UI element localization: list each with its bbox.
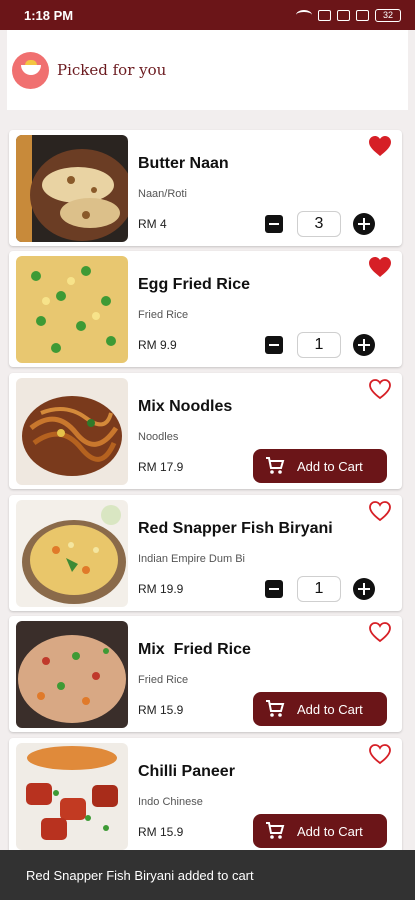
add-to-cart-button[interactable]: Add to Cart: [253, 692, 387, 726]
item-price: RM 19.9: [138, 582, 184, 596]
item-name: Butter Naan: [138, 155, 229, 172]
signal-icon: [337, 9, 350, 21]
sim-icon: [318, 9, 331, 21]
quantity-stepper: 1: [265, 332, 377, 358]
item-list[interactable]: Butter Naan Naan/Roti RM 4 3 Egg Fried R…: [0, 110, 415, 850]
minus-icon[interactable]: [265, 580, 283, 598]
plus-icon[interactable]: [353, 213, 375, 235]
item-category: Fried Rice: [138, 674, 189, 686]
list-item[interactable]: Egg Fried Rice Fried Rice RM 9.9 1: [9, 251, 402, 367]
quantity-field[interactable]: 3: [297, 211, 341, 237]
status-icons: 32: [296, 8, 401, 22]
item-price: RM 9.9: [138, 338, 177, 352]
item-category: Naan/Roti: [138, 188, 187, 200]
food-image: [16, 500, 128, 607]
add-to-cart-label: Add to Cart: [297, 701, 363, 717]
add-to-cart-button[interactable]: Add to Cart: [253, 814, 387, 848]
wifi-icon: [296, 10, 312, 20]
quantity-stepper: 1: [265, 576, 377, 602]
heart-outline-icon[interactable]: [368, 743, 392, 765]
food-image: [16, 135, 128, 242]
cart-icon: [265, 700, 285, 718]
signal-icon-2: [356, 9, 369, 21]
item-price: RM 17.9: [138, 460, 184, 474]
item-price: RM 4: [138, 217, 167, 231]
item-category: Indo Chinese: [138, 796, 203, 808]
cart-icon: [265, 457, 285, 475]
snackbar: Red Snapper Fish Biryani added to cart: [0, 850, 415, 900]
page-title: Picked for you: [57, 61, 167, 79]
item-name: Mix Fried Rice: [138, 641, 251, 658]
quantity-stepper: 3: [265, 211, 377, 237]
item-category: Indian Empire Dum Bi: [138, 553, 245, 565]
plus-icon[interactable]: [353, 578, 375, 600]
quantity-field[interactable]: 1: [297, 576, 341, 602]
heart-filled-icon[interactable]: [368, 256, 392, 278]
heart-outline-icon[interactable]: [368, 378, 392, 400]
snackbar-message: Red Snapper Fish Biryani added to cart: [26, 867, 254, 883]
status-time: 1:18 PM: [24, 7, 74, 23]
add-to-cart-label: Add to Cart: [297, 823, 363, 839]
list-item[interactable]: Mix Fried Rice Fried Rice RM 15.9 Add to…: [9, 616, 402, 732]
minus-icon[interactable]: [265, 215, 283, 233]
food-image: [16, 378, 128, 485]
list-item[interactable]: Mix Noodles Noodles RM 17.9 Add to Cart: [9, 373, 402, 489]
item-name: Mix Noodles: [138, 398, 233, 415]
plus-icon[interactable]: [353, 334, 375, 356]
list-item[interactable]: Red Snapper Fish Biryani Indian Empire D…: [9, 495, 402, 611]
item-category: Fried Rice: [138, 309, 189, 321]
food-image: [16, 256, 128, 363]
cart-icon: [265, 822, 285, 840]
status-bar: 1:18 PM 32: [0, 0, 415, 30]
item-name: Chilli Paneer: [138, 763, 235, 780]
dish-logo-icon: [12, 51, 49, 89]
item-price: RM 15.9: [138, 703, 184, 717]
header-card: Picked for you: [7, 30, 408, 110]
add-to-cart-label: Add to Cart: [297, 458, 363, 474]
add-to-cart-button[interactable]: Add to Cart: [253, 449, 387, 483]
food-image: [16, 743, 128, 850]
minus-icon[interactable]: [265, 336, 283, 354]
battery-icon: 32: [375, 8, 401, 22]
heart-outline-icon[interactable]: [368, 500, 392, 522]
heart-outline-icon[interactable]: [368, 621, 392, 643]
item-name: Red Snapper Fish Biryani: [138, 520, 333, 537]
item-name: Egg Fried Rice: [138, 276, 251, 293]
list-item[interactable]: Chilli Paneer Indo Chinese RM 15.9 Add t…: [9, 738, 402, 850]
item-category: Noodles: [138, 431, 179, 443]
quantity-field[interactable]: 1: [297, 332, 341, 358]
food-image: [16, 621, 128, 728]
item-price: RM 15.9: [138, 825, 184, 839]
list-item[interactable]: Butter Naan Naan/Roti RM 4 3: [9, 130, 402, 246]
heart-filled-icon[interactable]: [368, 135, 392, 157]
